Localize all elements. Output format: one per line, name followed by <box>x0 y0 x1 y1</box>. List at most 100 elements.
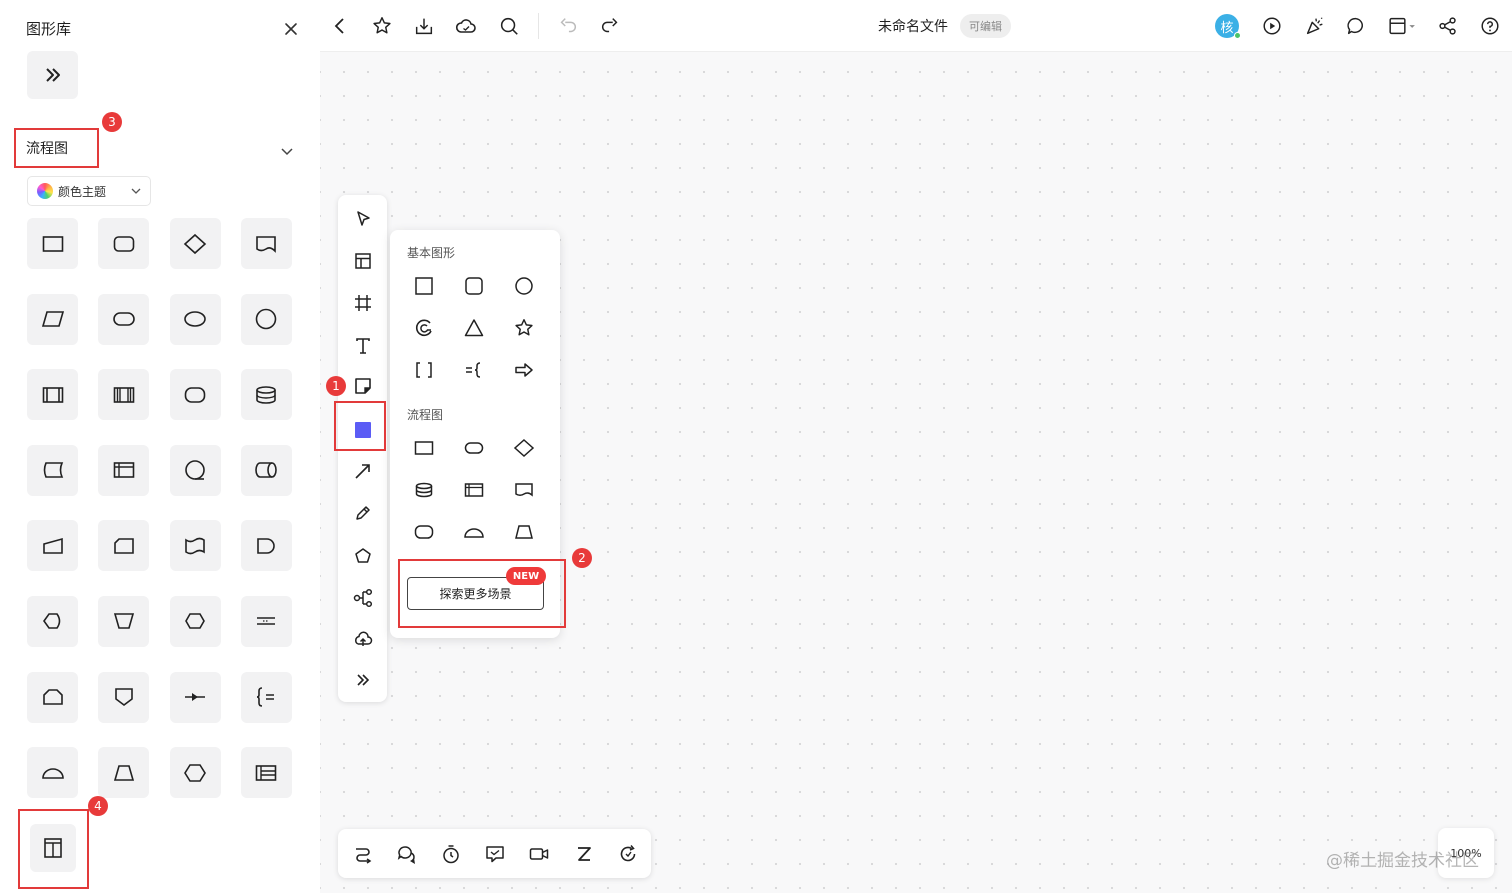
celebrate-icon[interactable] <box>1303 14 1327 38</box>
shape-tool-icon[interactable] <box>350 417 375 442</box>
annotation-badge-1: 1 <box>326 376 346 396</box>
flow-decision-icon[interactable] <box>511 435 537 461</box>
flowchart-shape-grid <box>27 218 295 799</box>
delay-shape[interactable] <box>240 520 292 572</box>
comment-icon[interactable] <box>1344 14 1368 38</box>
zotero-z-icon[interactable] <box>571 841 596 866</box>
data-io-shape[interactable] <box>27 293 78 345</box>
process-shape[interactable] <box>27 218 78 269</box>
ellipse-shape[interactable] <box>169 293 221 345</box>
back-icon[interactable] <box>328 14 352 38</box>
zoom-level[interactable]: 100% <box>1438 828 1494 878</box>
display-shape[interactable] <box>27 595 78 647</box>
shape-library-panel: 图形库 流程图 颜色主题 <box>0 0 320 893</box>
flow-path-icon[interactable] <box>350 841 375 866</box>
flow-document-icon[interactable] <box>511 477 537 503</box>
download-icon[interactable] <box>412 14 436 38</box>
sequential-data-shape[interactable] <box>169 444 221 496</box>
trapezoid-shape[interactable] <box>98 747 150 799</box>
flow-alternate-icon[interactable] <box>411 519 437 545</box>
layout-dropdown[interactable] <box>1386 14 1420 38</box>
alternate-process-shape[interactable] <box>169 369 221 421</box>
color-theme-label: 颜色主题 <box>58 184 107 199</box>
arrow-right-shape-icon[interactable] <box>511 357 537 383</box>
hexagon-shape[interactable] <box>169 747 221 799</box>
brackets-icon[interactable] <box>411 357 437 383</box>
flow-trapezoid-icon[interactable] <box>511 519 537 545</box>
basic-shapes-label: 基本图形 <box>407 246 456 260</box>
flow-semicircle-icon[interactable] <box>461 519 487 545</box>
select-cursor-icon[interactable] <box>350 206 375 231</box>
predefined-process-shape[interactable] <box>27 369 78 421</box>
collate-shape[interactable] <box>169 671 221 723</box>
arc-icon[interactable] <box>411 315 437 341</box>
polygon-icon[interactable] <box>350 543 375 568</box>
upload-cloud-icon[interactable] <box>350 626 375 651</box>
terminator-shape[interactable] <box>98 293 150 345</box>
redo-icon[interactable] <box>598 14 622 38</box>
flow-process-icon[interactable] <box>411 435 437 461</box>
template-icon[interactable] <box>350 248 375 273</box>
document-title[interactable]: 未命名文件 <box>878 16 948 36</box>
video-icon[interactable] <box>526 841 551 866</box>
semicircle-shape[interactable] <box>27 747 78 799</box>
rounded-rect-shape[interactable] <box>98 218 150 269</box>
punched-tape-shape[interactable] <box>169 520 221 572</box>
rounded-square-icon[interactable] <box>461 273 487 299</box>
flow-terminator-icon[interactable] <box>461 435 487 461</box>
off-page-connector-shape[interactable] <box>98 671 150 723</box>
swimlane-shape[interactable] <box>240 747 292 799</box>
annotation-shape[interactable] <box>240 671 292 723</box>
star-icon[interactable] <box>370 14 394 38</box>
pen-icon[interactable] <box>350 500 375 525</box>
star-shape-icon[interactable] <box>511 315 537 341</box>
brace-annotation-icon[interactable] <box>461 357 487 383</box>
chevron-down-icon[interactable] <box>279 143 295 159</box>
sticky-note-icon[interactable] <box>350 373 375 398</box>
manual-operation-shape[interactable] <box>98 595 150 647</box>
loop-limit-shape[interactable] <box>27 671 78 723</box>
parallel-mode-shape[interactable] <box>240 595 292 647</box>
database-shape[interactable] <box>240 369 292 421</box>
expand-more-button[interactable] <box>27 51 78 99</box>
close-icon[interactable] <box>282 20 300 38</box>
library-title: 图形库 <box>26 20 72 38</box>
double-chevron-right-icon <box>45 68 60 82</box>
cloud-sync-icon[interactable] <box>454 14 478 38</box>
play-icon[interactable] <box>1260 14 1284 38</box>
toolbar-separator <box>538 13 539 39</box>
triangle-icon[interactable] <box>461 315 487 341</box>
card-shape[interactable] <box>98 520 150 572</box>
square-shape-icon[interactable] <box>411 273 437 299</box>
frame-icon[interactable] <box>350 290 375 315</box>
circle-icon[interactable] <box>511 273 537 299</box>
flow-database-icon[interactable] <box>411 477 437 503</box>
flow-internal-storage-icon[interactable] <box>461 477 487 503</box>
decision-shape[interactable] <box>169 218 221 269</box>
flowchart-label: 流程图 <box>407 408 444 422</box>
text-icon[interactable] <box>350 333 375 358</box>
chat-bubble-icon[interactable] <box>482 841 507 866</box>
search-icon[interactable] <box>497 14 521 38</box>
stored-data-shape[interactable] <box>27 444 78 496</box>
color-theme-dropdown[interactable]: 颜色主题 <box>27 176 151 206</box>
timer-icon[interactable] <box>438 841 463 866</box>
container-shape[interactable] <box>30 824 76 872</box>
document-shape[interactable] <box>240 218 292 269</box>
internal-storage-shape[interactable] <box>98 444 150 496</box>
predefined-process-double-shape[interactable] <box>98 369 150 421</box>
chevron-down-icon <box>131 188 141 194</box>
direct-data-shape[interactable] <box>240 444 292 496</box>
history-icon[interactable] <box>615 841 640 866</box>
preparation-shape[interactable] <box>169 595 221 647</box>
circle-shape[interactable] <box>240 293 292 345</box>
help-icon[interactable] <box>1478 14 1502 38</box>
manual-input-shape[interactable] <box>27 520 78 572</box>
mindmap-icon[interactable] <box>350 585 375 610</box>
undo-icon[interactable] <box>556 14 580 38</box>
more-tools-icon[interactable] <box>350 667 375 692</box>
connector-arrow-icon[interactable] <box>350 458 375 483</box>
share-icon[interactable] <box>1436 14 1460 38</box>
flowchart-section-header[interactable]: 流程图 <box>14 128 99 168</box>
comments-icon[interactable] <box>394 841 419 866</box>
